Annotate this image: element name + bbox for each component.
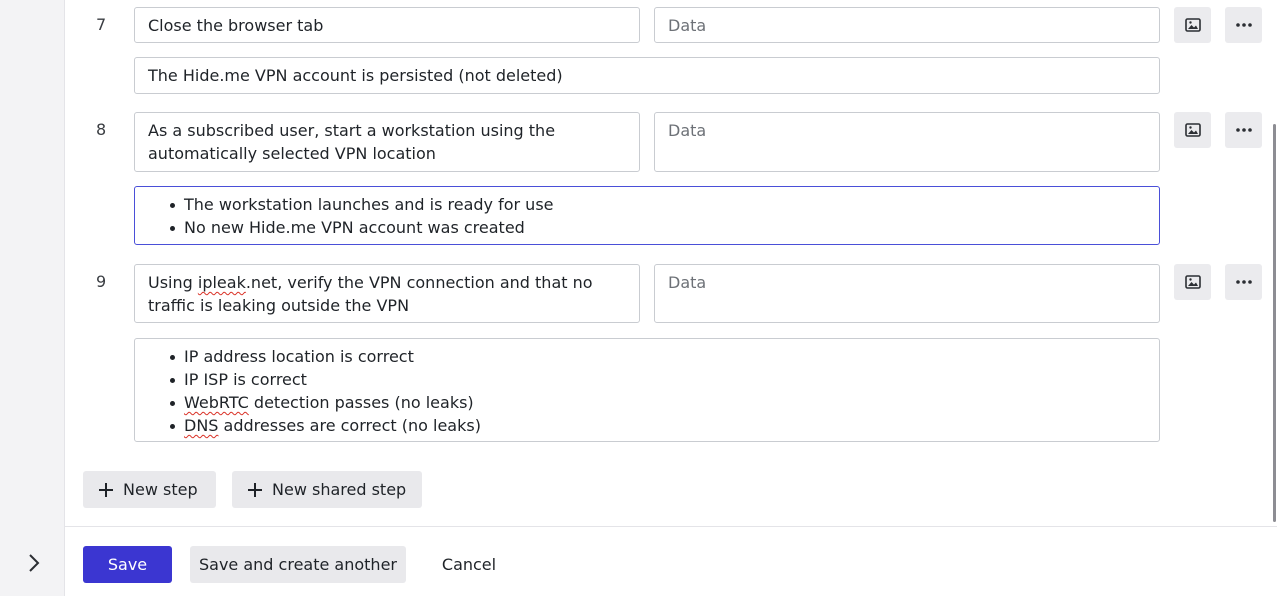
step-action-field[interactable]: Using ipleak.net, verify the VPN connect… (134, 264, 640, 323)
chevron-right-icon (29, 554, 40, 572)
list-item: No new Hide.me VPN account was created (170, 216, 1146, 239)
plus-icon (99, 482, 113, 497)
footer-divider (65, 526, 1277, 527)
cancel-button[interactable]: Cancel (426, 546, 512, 583)
step-more-button[interactable] (1225, 7, 1262, 43)
new-step-button[interactable]: New step (83, 471, 216, 508)
list-item: WebRTC detection passes (no leaks) (170, 391, 1146, 414)
list-item: DNS addresses are correct (no leaks) (170, 414, 1146, 437)
image-icon (1184, 123, 1201, 137)
new-shared-step-label: New shared step (272, 480, 407, 499)
list-item-text: detection passes (no leaks) (248, 393, 474, 412)
step-data-field[interactable]: Data (654, 112, 1160, 172)
attach-image-button[interactable] (1174, 112, 1211, 148)
misspelled-word: DNS (184, 416, 219, 435)
list-item: IP address location is correct (170, 345, 1146, 368)
expected-result-list: IP address location is correct IP ISP is… (148, 345, 1146, 437)
more-horizontal-icon (1235, 280, 1252, 284)
plus-icon (248, 482, 262, 497)
image-icon (1184, 275, 1201, 289)
list-item: The workstation launches and is ready fo… (170, 193, 1146, 216)
attach-image-button[interactable] (1174, 264, 1211, 300)
save-and-create-another-button[interactable]: Save and create another (190, 546, 406, 583)
step-expected-result-field[interactable]: The Hide.me VPN account is persisted (no… (134, 57, 1160, 94)
step-more-button[interactable] (1225, 112, 1262, 148)
expand-sidebar-button[interactable] (22, 551, 46, 575)
step-action-field[interactable]: As a subscribed user, start a workstatio… (134, 112, 640, 172)
step-data-field[interactable]: Data (654, 7, 1160, 43)
step-expected-result-field[interactable]: IP address location is correct IP ISP is… (134, 338, 1160, 442)
more-horizontal-icon (1235, 23, 1252, 27)
scrollbar[interactable] (1273, 124, 1276, 522)
action-text: Using (148, 273, 198, 292)
new-shared-step-button[interactable]: New shared step (232, 471, 422, 508)
step-number: 9 (96, 272, 107, 291)
new-step-label: New step (123, 480, 198, 499)
expected-result-list: The workstation launches and is ready fo… (148, 193, 1146, 239)
side-rail (0, 0, 65, 596)
list-item: IP ISP is correct (170, 368, 1146, 391)
more-horizontal-icon (1235, 128, 1252, 132)
step-number: 7 (96, 15, 107, 34)
image-icon (1184, 18, 1201, 32)
misspelled-word: WebRTC (184, 393, 249, 412)
list-item-text: addresses are correct (no leaks) (218, 416, 481, 435)
step-action-field[interactable]: Close the browser tab (134, 7, 640, 43)
misspelled-word: ipleak (197, 273, 246, 292)
step-more-button[interactable] (1225, 264, 1262, 300)
step-expected-result-field[interactable]: The workstation launches and is ready fo… (134, 186, 1160, 245)
attach-image-button[interactable] (1174, 7, 1211, 43)
step-data-field[interactable]: Data (654, 264, 1160, 323)
step-number: 8 (96, 120, 107, 139)
save-button[interactable]: Save (83, 546, 172, 583)
